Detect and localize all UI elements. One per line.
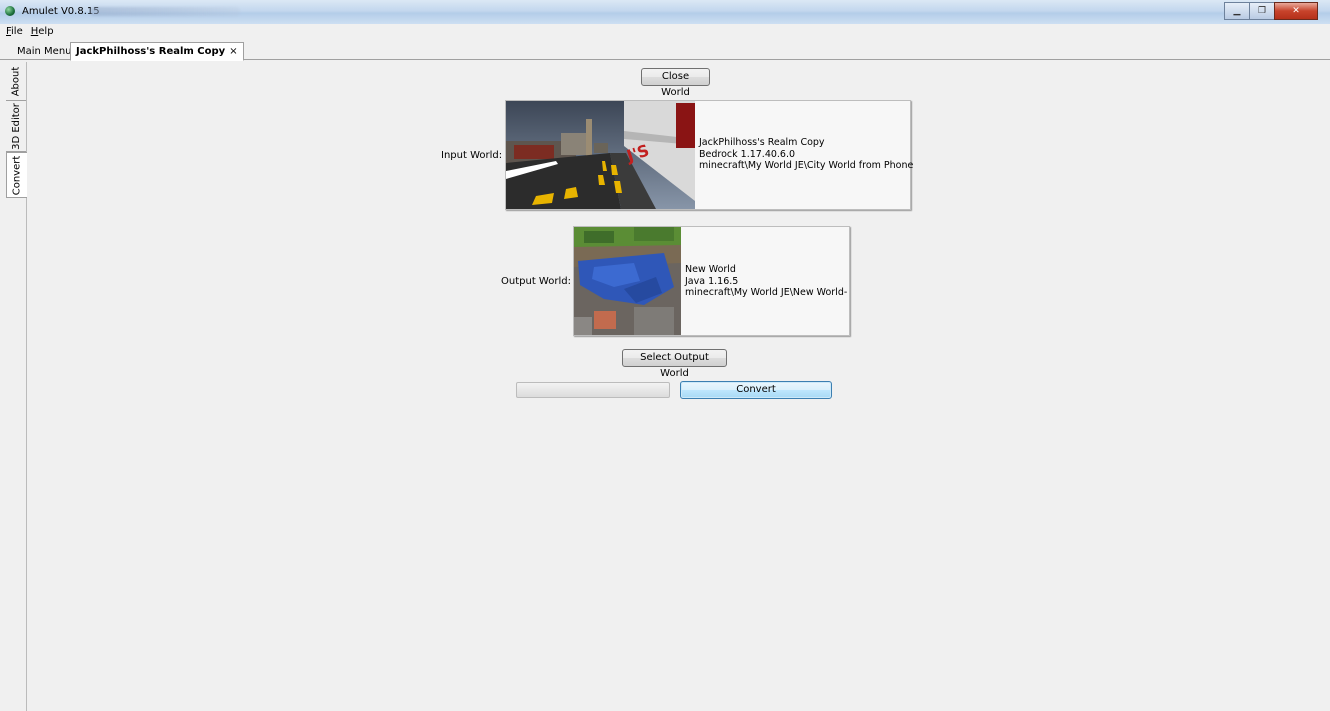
title-blur-region — [90, 7, 240, 16]
input-world-thumbnail: J'S — [506, 101, 695, 209]
tab-close-icon[interactable]: × — [229, 46, 237, 57]
input-world-version: Bedrock 1.17.40.6.0 — [699, 148, 796, 160]
maximize-icon[interactable]: ❐ — [1249, 2, 1275, 20]
side-tab-3d-editor-label: 3D Editor — [10, 102, 22, 150]
convert-button[interactable]: Convert — [680, 381, 832, 399]
side-tab-about-label: About — [10, 66, 22, 96]
close-icon[interactable]: ✕ — [1274, 2, 1318, 20]
select-output-world-button[interactable]: Select Output World — [622, 349, 727, 379]
minimize-icon[interactable]: ▁ — [1224, 2, 1250, 20]
side-tab-convert[interactable]: Convert — [6, 152, 27, 198]
output-world-path: minecraft\My World JE\New World- — [685, 287, 848, 298]
output-world-info: New World Java 1.16.5 minecraft\My World… — [685, 264, 847, 299]
window-controls: ▁ ❐ ✕ — [1224, 2, 1318, 20]
menu-help-label: elp — [38, 26, 54, 37]
output-world-thumbnail — [574, 227, 681, 335]
menu-bar: File Help — [0, 24, 1330, 39]
side-tab-convert-label: Convert — [11, 155, 23, 195]
menu-file-label: ile — [11, 26, 23, 37]
input-world-card[interactable]: J'S JackPhilhoss's Realm Copy Bedrock 1.… — [505, 100, 913, 210]
tab-main-menu[interactable]: Main Menu — [11, 44, 78, 60]
tab-world-label: JackPhilhoss's Realm Copy — [76, 46, 226, 57]
title-bar: Amulet V0.8.15 ▁ ❐ ✕ — [0, 0, 1330, 25]
window-title: Amulet V0.8.15 — [22, 6, 100, 17]
side-tab-3d-editor[interactable]: 3D Editor — [6, 101, 26, 152]
output-world-name: New World — [685, 264, 736, 275]
input-world-name: JackPhilhoss's Realm Copy — [699, 137, 825, 148]
menu-file[interactable]: File — [6, 26, 23, 37]
input-world-label: Input World: — [441, 150, 503, 161]
side-tab-bar: About 3D Editor Convert — [6, 62, 27, 711]
tab-world[interactable]: JackPhilhoss's Realm Copy × — [70, 42, 244, 61]
output-world-label: Output World: — [501, 276, 571, 287]
side-tab-about[interactable]: About — [6, 62, 26, 101]
close-world-button[interactable]: Close World — [641, 68, 710, 98]
convert-progress-bar — [516, 382, 670, 398]
tab-main-menu-label: Main Menu — [17, 46, 72, 57]
input-world-path: minecraft\My World JE\City World from Ph… — [699, 160, 914, 171]
output-world-card[interactable]: New World Java 1.16.5 minecraft\My World… — [573, 226, 850, 336]
amulet-app-icon — [5, 6, 15, 16]
input-world-info: JackPhilhoss's Realm Copy Bedrock 1.17.4… — [699, 137, 913, 172]
output-world-version: Java 1.16.5 — [685, 275, 739, 287]
menu-help[interactable]: Help — [31, 26, 54, 37]
tab-bar: Main Menu JackPhilhoss's Realm Copy × — [0, 42, 1330, 61]
